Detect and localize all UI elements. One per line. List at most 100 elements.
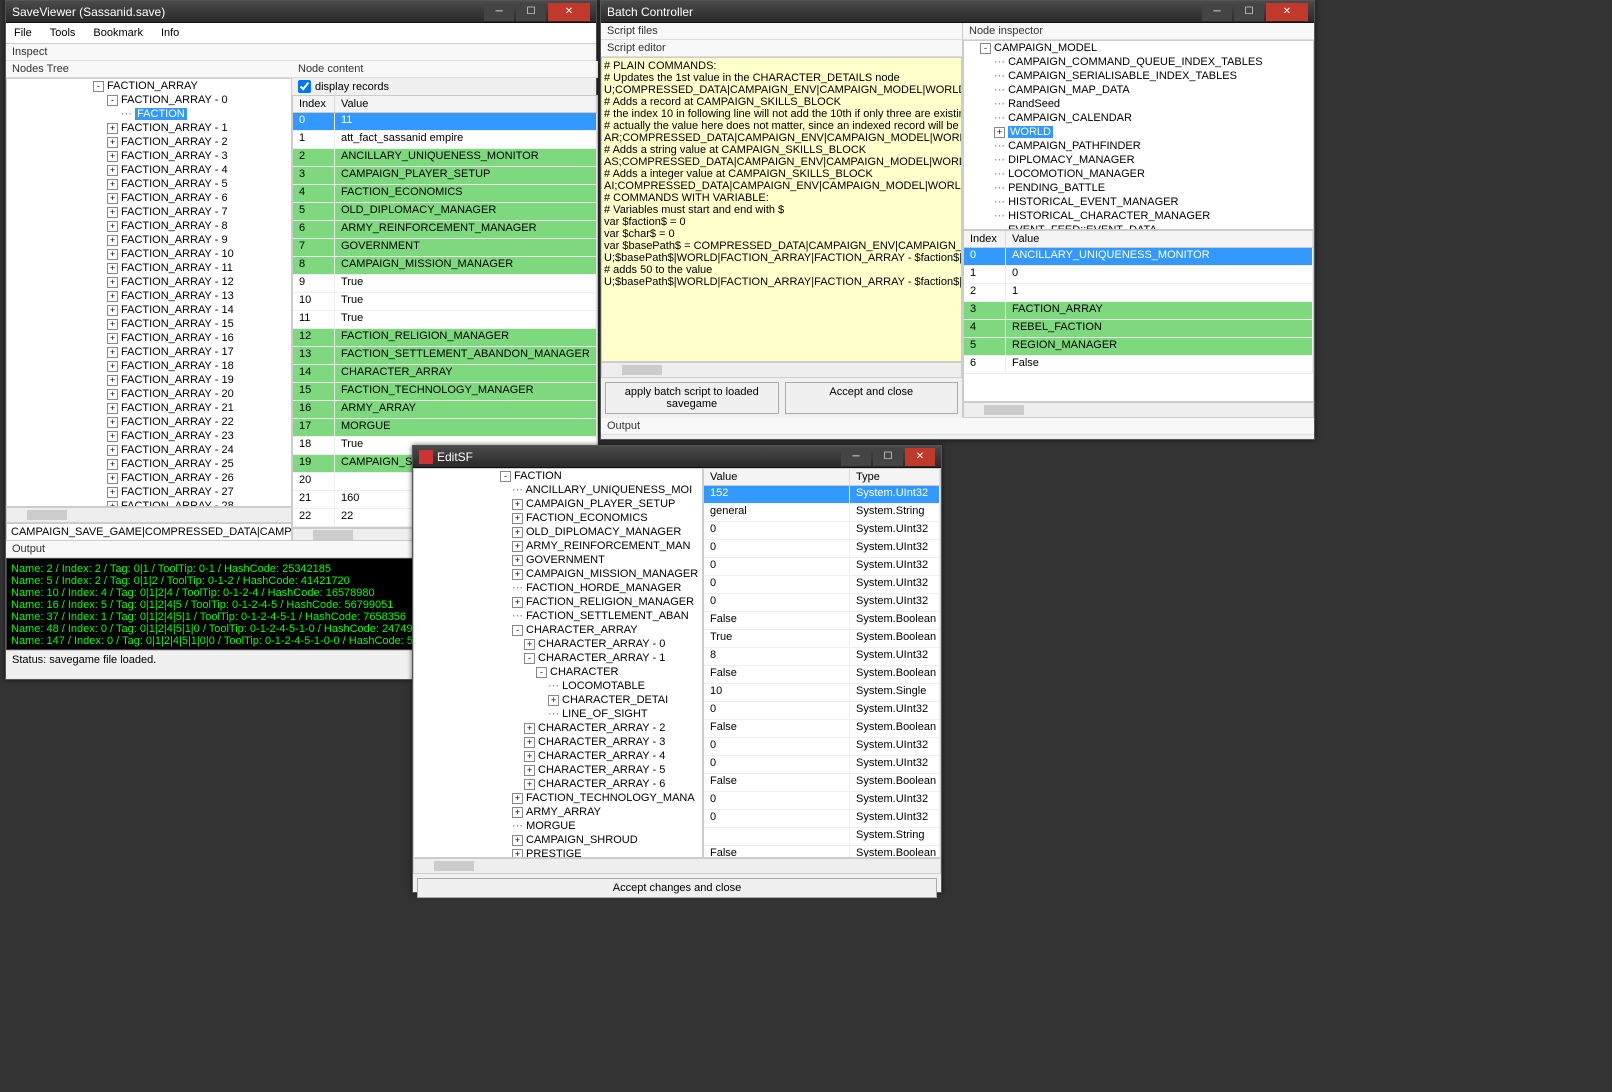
tree-item[interactable]: ⋯ CAMPAIGN_CALENDAR <box>964 111 1313 125</box>
tree-item[interactable]: ⋯ CAMPAIGN_MAP_DATA <box>964 83 1313 97</box>
expand-icon[interactable]: - <box>536 667 547 678</box>
tree-item[interactable]: +CAMPAIGN_PLAYER_SETUP <box>414 497 702 511</box>
table-row[interactable]: TrueSystem.Boolean <box>704 630 940 648</box>
table-row[interactable]: FalseSystem.Boolean <box>704 774 940 792</box>
maximize-button[interactable]: ☐ <box>873 448 903 466</box>
table-row[interactable]: 5OLD_DIPLOMACY_MANAGER <box>293 203 597 221</box>
tree-item[interactable]: +FACTION_ARRAY - 6 <box>7 191 291 205</box>
tree-item[interactable]: ⋯ HISTORICAL_EVENT_MANAGER <box>964 195 1313 209</box>
expand-icon[interactable]: + <box>107 459 118 470</box>
expand-icon[interactable]: + <box>524 639 535 650</box>
expand-icon[interactable]: + <box>524 765 535 776</box>
maximize-button[interactable]: ☐ <box>1234 3 1264 21</box>
minimize-button[interactable]: ─ <box>484 3 514 21</box>
tree-item[interactable]: ⋯ EVENT_FEED::EVENT_DATA <box>964 223 1313 230</box>
tree-item[interactable]: +CHARACTER_ARRAY - 6 <box>414 777 702 791</box>
tree-item[interactable]: +FACTION_ARRAY - 7 <box>7 205 291 219</box>
table-row[interactable]: 10 <box>964 266 1313 284</box>
editsf-grid[interactable]: Value Type 152System.UInt32generalSystem… <box>703 468 941 858</box>
table-row[interactable]: 17MORGUE <box>293 419 597 437</box>
tree-item[interactable]: +FACTION_ARRAY - 2 <box>7 135 291 149</box>
tree-item[interactable]: +ARMY_ARRAY <box>414 805 702 819</box>
expand-icon[interactable]: + <box>107 123 118 134</box>
expand-icon[interactable]: + <box>512 513 523 524</box>
tree-item[interactable]: +ARMY_REINFORCEMENT_MAN <box>414 539 702 553</box>
apply-batch-button[interactable]: apply batch script to loaded savegame <box>605 382 779 414</box>
table-row[interactable]: 8System.UInt32 <box>704 648 940 666</box>
expand-icon[interactable]: + <box>548 695 559 706</box>
tree-item[interactable]: ⋯ LOCOMOTABLE <box>414 679 702 693</box>
tree-item[interactable]: +FACTION_ARRAY - 9 <box>7 233 291 247</box>
tree-item[interactable]: +GOVERNMENT <box>414 553 702 567</box>
expand-icon[interactable]: + <box>107 333 118 344</box>
col-type[interactable]: Type <box>850 469 940 485</box>
tree-item[interactable]: ⋯ FACTION_HORDE_MANAGER <box>414 581 702 595</box>
expand-icon[interactable]: + <box>107 179 118 190</box>
expand-icon[interactable]: + <box>512 541 523 552</box>
expand-icon[interactable]: + <box>512 555 523 566</box>
tree-item[interactable]: +FACTION_ARRAY - 28 <box>7 499 291 507</box>
expand-icon[interactable]: + <box>512 849 523 858</box>
accept-close-button[interactable]: Accept and close <box>785 382 959 414</box>
tree-item[interactable]: +FACTION_ARRAY - 21 <box>7 401 291 415</box>
tree-item[interactable]: +CHARACTER_ARRAY - 3 <box>414 735 702 749</box>
menu-bookmark[interactable]: Bookmark <box>93 27 143 39</box>
tree-item[interactable]: ⋯ HISTORICAL_CHARACTER_MANAGER <box>964 209 1313 223</box>
tree-item[interactable]: +CHARACTER_ARRAY - 4 <box>414 749 702 763</box>
menu-file[interactable]: File <box>14 27 32 39</box>
close-button[interactable]: ✕ <box>1266 3 1308 21</box>
table-row[interactable]: 0System.UInt32 <box>704 810 940 828</box>
table-row[interactable]: 15FACTION_TECHNOLOGY_MANAGER <box>293 383 597 401</box>
expand-icon[interactable]: + <box>107 249 118 260</box>
expand-icon[interactable]: + <box>107 165 118 176</box>
table-row[interactable]: 011 <box>293 113 597 131</box>
expand-icon[interactable]: + <box>107 263 118 274</box>
menu-info[interactable]: Info <box>161 27 179 39</box>
expand-icon[interactable]: + <box>107 137 118 148</box>
tree-item[interactable]: +PRESTIGE <box>414 847 702 858</box>
table-row[interactable]: 2ANCILLARY_UNIQUENESS_MONITOR <box>293 149 597 167</box>
tree-item[interactable]: +FACTION_ARRAY - 8 <box>7 219 291 233</box>
insp-hscroll[interactable] <box>963 402 1314 418</box>
tree-item[interactable]: +FACTION_ARRAY - 3 <box>7 149 291 163</box>
script-editor[interactable]: # PLAIN COMMANDS:# Updates the 1st value… <box>601 57 962 362</box>
tree-item[interactable]: +FACTION_ARRAY - 14 <box>7 303 291 317</box>
tree-item[interactable]: -CHARACTER <box>414 665 702 679</box>
tree-item[interactable]: ⋯ LINE_OF_SIGHT <box>414 707 702 721</box>
expand-icon[interactable]: - <box>500 471 511 482</box>
expand-icon[interactable]: + <box>107 375 118 386</box>
tree-item[interactable]: +FACTION_ARRAY - 15 <box>7 317 291 331</box>
tree-item[interactable]: -FACTION <box>414 469 702 483</box>
tree-item[interactable]: +CHARACTER_ARRAY - 5 <box>414 763 702 777</box>
expand-icon[interactable]: - <box>512 625 523 636</box>
table-row[interactable]: 14CHARACTER_ARRAY <box>293 365 597 383</box>
expand-icon[interactable]: + <box>107 417 118 428</box>
nodes-tree[interactable]: -FACTION_ARRAY-FACTION_ARRAY - 0⋯ FACTIO… <box>6 78 292 507</box>
script-hscroll[interactable] <box>601 362 962 378</box>
tree-item[interactable]: +FACTION_ARRAY - 27 <box>7 485 291 499</box>
minimize-button[interactable]: ─ <box>841 448 871 466</box>
menu-tools[interactable]: Tools <box>50 27 76 39</box>
expand-icon[interactable]: + <box>512 527 523 538</box>
expand-icon[interactable]: + <box>107 361 118 372</box>
table-row[interactable]: 152System.UInt32 <box>704 486 940 504</box>
tree-item[interactable]: ⋯ FACTION <box>7 107 291 121</box>
table-row[interactable]: 16ARMY_ARRAY <box>293 401 597 419</box>
expand-icon[interactable]: + <box>107 403 118 414</box>
tree-item[interactable]: +FACTION_ARRAY - 20 <box>7 387 291 401</box>
tree-item[interactable]: +FACTION_ARRAY - 19 <box>7 373 291 387</box>
tree-item[interactable]: +FACTION_ARRAY - 5 <box>7 177 291 191</box>
table-row[interactable]: 10True <box>293 293 597 311</box>
table-row[interactable]: 0System.UInt32 <box>704 756 940 774</box>
table-row[interactable]: 6ARMY_REINFORCEMENT_MANAGER <box>293 221 597 239</box>
expand-icon[interactable]: + <box>107 221 118 232</box>
tree-item[interactable]: ⋯ ANCILLARY_UNIQUENESS_MOI <box>414 483 702 497</box>
editsf-hscroll[interactable] <box>413 858 941 874</box>
table-row[interactable]: 1att_fact_sassanid empire <box>293 131 597 149</box>
expand-icon[interactable]: + <box>107 347 118 358</box>
table-row[interactable]: System.String <box>704 828 940 846</box>
tree-item[interactable]: +FACTION_ARRAY - 4 <box>7 163 291 177</box>
table-row[interactable]: 0System.UInt32 <box>704 738 940 756</box>
expand-icon[interactable]: + <box>107 235 118 246</box>
expand-icon[interactable]: + <box>512 793 523 804</box>
